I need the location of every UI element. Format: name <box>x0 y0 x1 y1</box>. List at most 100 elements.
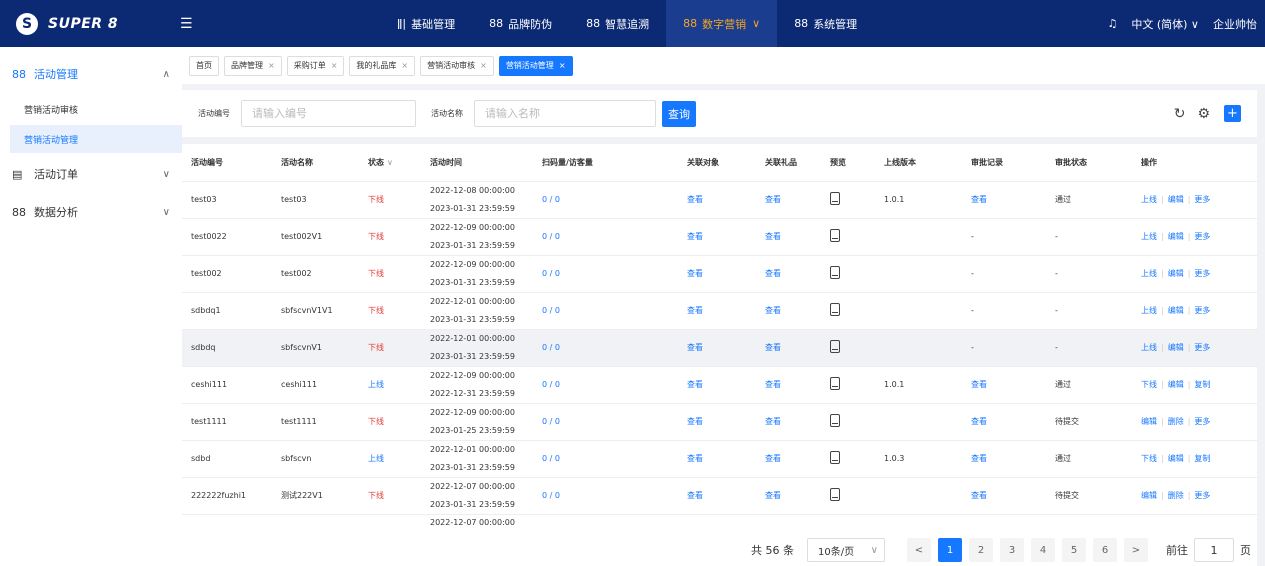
row-action-link[interactable]: 下线 <box>1141 380 1157 389</box>
add-button[interactable]: + <box>1224 105 1241 122</box>
phone-preview-icon[interactable] <box>830 488 840 501</box>
approval-record-link[interactable]: 查看 <box>971 491 987 500</box>
row-action-link[interactable]: 上线 <box>1141 269 1157 278</box>
view-linked-gift-link[interactable]: 查看 <box>765 269 781 278</box>
tab-item[interactable]: 营销活动管理 × <box>498 55 573 76</box>
phone-preview-icon[interactable] <box>830 303 840 316</box>
close-icon[interactable]: × <box>331 61 338 70</box>
user-name[interactable]: 企业帅怡 <box>1213 16 1257 32</box>
next-page-button[interactable]: > <box>1124 538 1148 562</box>
refresh-icon[interactable]: ↻ <box>1174 106 1186 122</box>
topnav-item[interactable]: 88 智慧追溯 <box>569 0 666 47</box>
tab-item[interactable]: 采购订单 × <box>286 55 345 76</box>
row-action-link[interactable]: 删除 <box>1168 491 1184 500</box>
page-number-button[interactable]: 6 <box>1093 538 1117 562</box>
phone-preview-icon[interactable] <box>830 340 840 353</box>
bell-icon[interactable]: ♫ <box>1107 17 1117 30</box>
page-number-button[interactable]: 5 <box>1062 538 1086 562</box>
code-input[interactable] <box>241 100 416 127</box>
approval-record-link[interactable]: 查看 <box>971 417 987 426</box>
name-input[interactable] <box>474 100 656 127</box>
approval-record-link[interactable]: 查看 <box>971 380 987 389</box>
view-linked-object-link[interactable]: 查看 <box>687 306 703 315</box>
phone-preview-icon[interactable] <box>830 377 840 390</box>
view-linked-gift-link[interactable]: 查看 <box>765 491 781 500</box>
phone-preview-icon[interactable] <box>830 192 840 205</box>
page-size-select[interactable]: 10条/页 ∨ <box>807 538 885 562</box>
menu-toggle-icon[interactable]: ☰ <box>180 16 196 32</box>
row-action-link[interactable]: 下线 <box>1141 454 1157 463</box>
row-action-link[interactable]: 更多 <box>1194 195 1210 204</box>
view-linked-gift-link[interactable]: 查看 <box>765 343 781 352</box>
phone-preview-icon[interactable] <box>830 451 840 464</box>
row-action-link[interactable]: 上线 <box>1141 232 1157 241</box>
view-linked-object-link[interactable]: 查看 <box>687 232 703 241</box>
phone-preview-icon[interactable] <box>830 266 840 279</box>
view-linked-object-link[interactable]: 查看 <box>687 417 703 426</box>
row-action-link[interactable]: 上线 <box>1141 343 1157 352</box>
row-action-link[interactable]: 更多 <box>1194 306 1210 315</box>
tab-item[interactable]: 品牌管理 × <box>224 55 282 76</box>
row-action-link[interactable]: 更多 <box>1194 232 1210 241</box>
topnav-item[interactable]: 88 品牌防伪 <box>472 0 569 47</box>
topnav-item[interactable]: ǁ| 基础管理 <box>380 0 472 47</box>
row-action-link[interactable]: 复制 <box>1194 454 1210 463</box>
phone-preview-icon[interactable] <box>830 229 840 242</box>
row-action-link[interactable]: 复制 <box>1194 380 1210 389</box>
close-icon[interactable]: × <box>268 61 275 70</box>
row-action-link[interactable]: 编辑 <box>1168 195 1184 204</box>
tab-item[interactable]: 首页 <box>189 55 219 76</box>
row-action-link[interactable]: 编辑 <box>1168 269 1184 278</box>
row-action-link[interactable]: 编辑 <box>1168 380 1184 389</box>
view-linked-gift-link[interactable]: 查看 <box>765 417 781 426</box>
row-action-link[interactable]: 删除 <box>1168 417 1184 426</box>
tab-item[interactable]: 我的礼品库 × <box>349 55 416 76</box>
page-number-button[interactable]: 3 <box>1000 538 1024 562</box>
row-action-link[interactable]: 编辑 <box>1168 343 1184 352</box>
row-action-link[interactable]: 更多 <box>1194 269 1210 278</box>
topnav-item[interactable]: 88 数字营销 ∨ <box>666 0 778 47</box>
view-linked-object-link[interactable]: 查看 <box>687 380 703 389</box>
close-icon[interactable]: × <box>559 61 566 70</box>
row-action-link[interactable]: 更多 <box>1194 417 1210 426</box>
view-linked-object-link[interactable]: 查看 <box>687 195 703 204</box>
view-linked-gift-link[interactable]: 查看 <box>765 232 781 241</box>
view-linked-object-link[interactable]: 查看 <box>687 343 703 352</box>
view-linked-gift-link[interactable]: 查看 <box>765 380 781 389</box>
row-action-link[interactable]: 编辑 <box>1141 491 1157 500</box>
language-switch[interactable]: 中文 (简体) ∨ <box>1131 16 1199 32</box>
row-action-link[interactable]: 编辑 <box>1168 454 1184 463</box>
sidebar-item-activity-review[interactable]: 营销活动审核 <box>0 95 182 123</box>
sidebar-group-activity-management[interactable]: 88 活动管理 ∧ <box>0 55 182 93</box>
logo[interactable]: S SUPER 8 <box>0 0 172 47</box>
row-action-link[interactable]: 编辑 <box>1141 417 1157 426</box>
goto-page-input[interactable]: 1 <box>1194 538 1234 562</box>
approval-record-link[interactable]: 查看 <box>971 454 987 463</box>
view-linked-gift-link[interactable]: 查看 <box>765 306 781 315</box>
view-linked-gift-link[interactable]: 查看 <box>765 454 781 463</box>
view-linked-object-link[interactable]: 查看 <box>687 269 703 278</box>
phone-preview-icon[interactable] <box>830 414 840 427</box>
approval-record-link[interactable]: 查看 <box>971 195 987 204</box>
close-icon[interactable]: × <box>401 61 408 70</box>
view-linked-object-link[interactable]: 查看 <box>687 454 703 463</box>
row-action-link[interactable]: 上线 <box>1141 195 1157 204</box>
sidebar-item-activity-management[interactable]: 营销活动管理 <box>10 125 182 153</box>
view-linked-object-link[interactable]: 查看 <box>687 491 703 500</box>
row-action-link[interactable]: 编辑 <box>1168 306 1184 315</box>
page-number-button[interactable]: 1 <box>938 538 962 562</box>
sidebar-group-activity-orders[interactable]: ▤ 活动订单 ∨ <box>0 155 182 193</box>
sort-icon[interactable]: ∨ <box>387 158 393 167</box>
row-action-link[interactable]: 上线 <box>1141 306 1157 315</box>
page-number-button[interactable]: 2 <box>969 538 993 562</box>
tab-item[interactable]: 营销活动审核 × <box>420 55 494 76</box>
row-action-link[interactable]: 更多 <box>1194 491 1210 500</box>
row-action-link[interactable]: 编辑 <box>1168 232 1184 241</box>
row-action-link[interactable]: 更多 <box>1194 343 1210 352</box>
prev-page-button[interactable]: < <box>907 538 931 562</box>
view-linked-gift-link[interactable]: 查看 <box>765 195 781 204</box>
query-button[interactable]: 查询 <box>662 100 696 127</box>
topnav-item[interactable]: 88 系统管理 <box>777 0 874 47</box>
close-icon[interactable]: × <box>480 61 487 70</box>
sidebar-group-data-analysis[interactable]: 88 数据分析 ∨ <box>0 193 182 231</box>
